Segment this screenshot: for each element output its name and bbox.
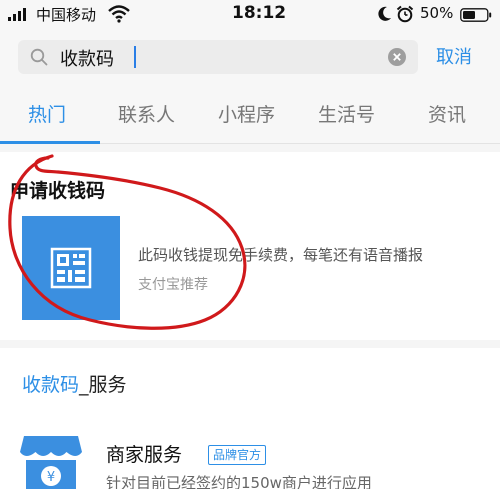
search-bar: 收款码 取消 — [0, 30, 500, 88]
carrier-name: 中国移动 — [36, 6, 97, 24]
services-heading: 收款码_服务 — [22, 370, 127, 397]
watermark-logo: Baidu经验 — [395, 450, 496, 476]
result-source: 支付宝推荐 — [138, 277, 208, 293]
battery-percentage: 50% — [420, 4, 454, 22]
qr-code-icon — [50, 247, 92, 289]
svg-text:¥: ¥ — [47, 470, 55, 485]
battery-icon — [460, 8, 492, 22]
services-heading-suffix: _服务 — [79, 374, 127, 396]
services-heading-keyword: 收款码 — [22, 374, 80, 396]
clock-time: 18:12 — [232, 3, 287, 23]
text-cursor — [134, 46, 136, 68]
wifi-icon — [108, 5, 130, 23]
result-description: 此码收钱提现免手续费，每笔还有语音播报 — [138, 246, 424, 264]
search-icon — [30, 48, 48, 66]
moon-icon — [378, 6, 391, 21]
category-tabs: 热门 联系人 小程序 生活号 资讯 — [0, 88, 500, 144]
tab-lifestyle-accounts[interactable]: 生活号 — [318, 100, 375, 127]
shop-icon[interactable]: ¥ — [20, 432, 82, 489]
tab-mini-programs[interactable]: 小程序 — [218, 100, 275, 127]
result-card[interactable]: 申请收钱码 此码收钱提现免手续费，每笔还有语音播报 支付宝推荐 — [0, 152, 500, 340]
svg-text:Baidu经验: Baidu经验 — [426, 455, 496, 473]
alarm-icon — [396, 5, 414, 23]
merchant-service-description: 针对目前已经签约的150w商户进行应用 — [106, 474, 372, 489]
status-bar: 中国移动 18:12 50% — [0, 0, 500, 30]
clear-icon[interactable] — [388, 48, 406, 66]
tab-news[interactable]: 资讯 — [428, 100, 466, 127]
search-input[interactable]: 收款码 — [18, 40, 418, 74]
cancel-button[interactable]: 取消 — [436, 43, 472, 69]
result-title: 申请收钱码 — [10, 180, 106, 202]
result-thumbnail — [22, 216, 120, 320]
tab-contacts[interactable]: 联系人 — [118, 100, 175, 127]
merchant-service-name[interactable]: 商家服务 — [106, 440, 182, 467]
tab-hot[interactable]: 热门 — [28, 100, 66, 127]
active-tab-indicator — [0, 141, 100, 144]
search-query-text: 收款码 — [60, 49, 114, 70]
official-badge: 品牌官方 — [208, 445, 267, 465]
signal-icon — [8, 8, 26, 21]
